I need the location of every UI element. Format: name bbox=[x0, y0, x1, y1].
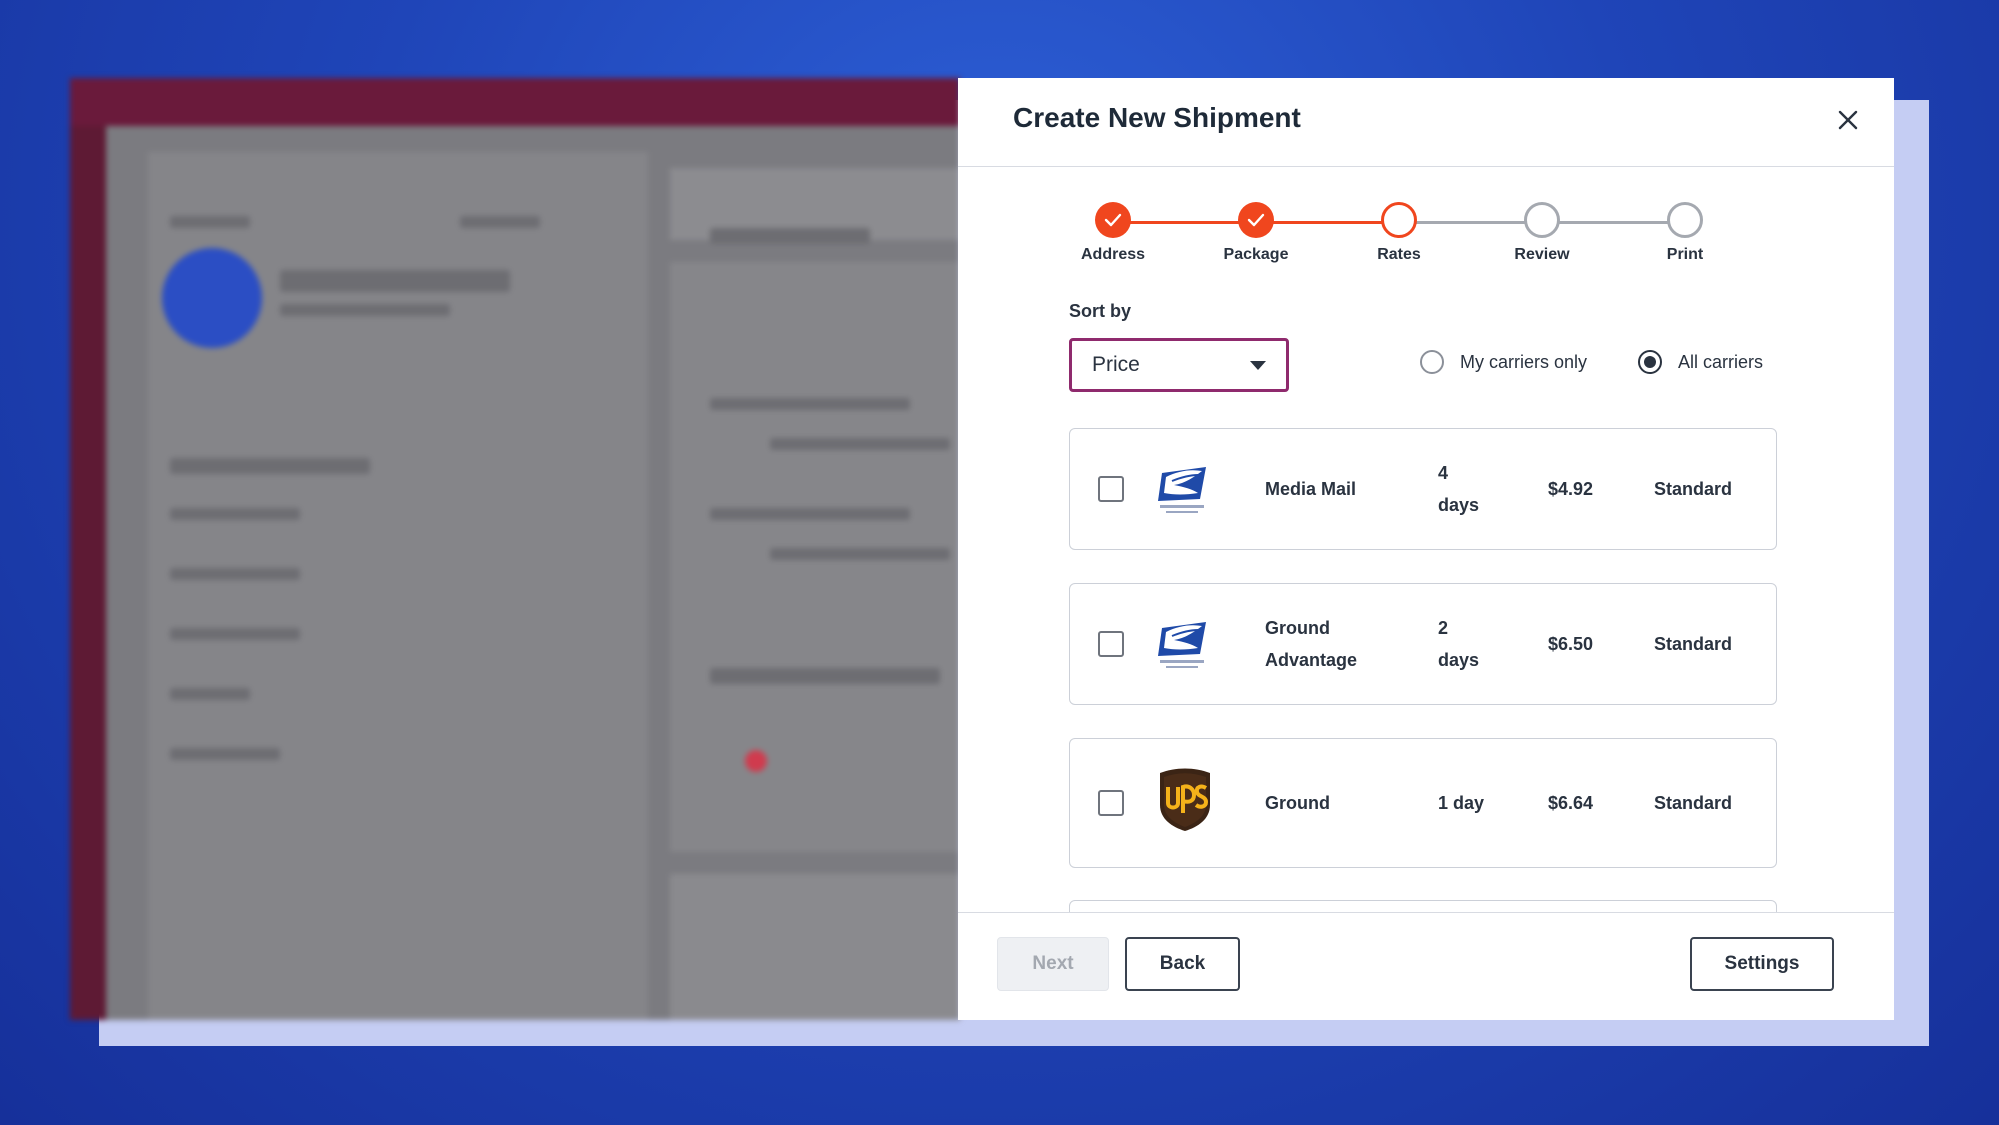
sort-by-value: Price bbox=[1092, 353, 1140, 376]
step-current-circle bbox=[1381, 202, 1417, 238]
rate-tier: Standard bbox=[1654, 479, 1733, 499]
radio-label: My carriers only bbox=[1460, 351, 1588, 372]
rate-transit-days: 1 day bbox=[1438, 787, 1484, 819]
rate-price: $4.92 bbox=[1548, 479, 1594, 499]
service-name-line-2: Advantage bbox=[1265, 650, 1358, 670]
step-print: Print bbox=[1630, 202, 1740, 264]
rate-option-media-mail[interactable]: Media Mail 4 days $4.92 Standard bbox=[1069, 428, 1777, 550]
bg-avatar bbox=[162, 248, 262, 348]
step-review: Review bbox=[1487, 202, 1597, 264]
create-shipment-modal: Create New Shipment Address Package Rates R… bbox=[958, 78, 1894, 1020]
bg-top-bar bbox=[70, 78, 960, 126]
step-address: Address bbox=[1058, 202, 1168, 264]
ups-shield-icon bbox=[1160, 768, 1210, 831]
screen-background: Create New Shipment Address Package Rates R… bbox=[0, 0, 1999, 1125]
rate-checkbox[interactable] bbox=[1098, 476, 1124, 502]
bg-red-dot bbox=[745, 750, 767, 772]
bg-sidebar bbox=[70, 126, 106, 1020]
radio-button[interactable] bbox=[1420, 350, 1444, 374]
radio-button-selected[interactable] bbox=[1638, 350, 1662, 374]
next-button[interactable]: Next bbox=[997, 937, 1109, 991]
close-icon bbox=[1838, 110, 1858, 130]
days-value: 1 day bbox=[1438, 793, 1485, 813]
rate-checkbox[interactable] bbox=[1098, 631, 1124, 657]
checkmark-icon bbox=[1104, 213, 1122, 227]
days-unit: days bbox=[1438, 495, 1480, 515]
sort-by-select[interactable]: Price bbox=[1069, 338, 1289, 392]
usps-eagle-icon bbox=[1158, 622, 1206, 668]
step-label: Print bbox=[1666, 246, 1704, 263]
days-value: 4 bbox=[1438, 463, 1449, 483]
service-name-line-1: Ground bbox=[1265, 618, 1330, 638]
settings-button[interactable]: Settings bbox=[1690, 937, 1834, 991]
bg-line bbox=[710, 508, 910, 520]
step-package: Package bbox=[1201, 202, 1311, 264]
bg-email-line bbox=[280, 304, 450, 316]
bg-line bbox=[170, 508, 300, 520]
modal-footer: Next Back Settings bbox=[958, 912, 1894, 1020]
bg-name-line bbox=[280, 270, 510, 292]
sort-by-label: Sort by bbox=[1069, 301, 1132, 321]
step-label: Address bbox=[1080, 246, 1146, 263]
step-rates: Rates bbox=[1344, 202, 1454, 264]
close-button[interactable] bbox=[1828, 100, 1868, 140]
rate-tier: Standard bbox=[1654, 793, 1733, 813]
bg-line bbox=[770, 438, 950, 450]
bg-line bbox=[170, 216, 250, 228]
step-pending-circle bbox=[1524, 202, 1560, 238]
bg-line bbox=[710, 228, 870, 244]
rate-tier: Standard bbox=[1654, 634, 1733, 654]
modal-title: Create New Shipment bbox=[1013, 102, 1301, 133]
radio-label: All carriers bbox=[1678, 351, 1764, 372]
checkmark-icon bbox=[1247, 213, 1265, 227]
caret-down-icon bbox=[1250, 360, 1266, 370]
service-name: Media Mail bbox=[1265, 479, 1357, 499]
bg-line bbox=[170, 688, 250, 700]
rate-option-ground-advantage[interactable]: Ground Advantage 2 days $6.50 Standard bbox=[1069, 583, 1777, 705]
rate-service: Ground Advantage bbox=[1265, 612, 1357, 676]
rate-price: $6.50 bbox=[1548, 634, 1594, 654]
step-label: Package bbox=[1223, 246, 1289, 263]
bg-line bbox=[770, 548, 950, 560]
rate-price: $6.64 bbox=[1548, 793, 1594, 813]
bg-engagement-panel bbox=[670, 874, 960, 1020]
bg-line bbox=[710, 668, 940, 684]
rate-transit-days: 2 days bbox=[1438, 612, 1479, 676]
step-complete-circle bbox=[1095, 202, 1131, 238]
rate-checkbox[interactable] bbox=[1098, 790, 1124, 816]
back-button[interactable]: Back bbox=[1125, 937, 1240, 991]
blurred-background-app bbox=[70, 78, 960, 1020]
step-label: Review bbox=[1514, 246, 1570, 263]
bg-line bbox=[170, 568, 300, 580]
my-carriers-only-radio[interactable]: My carriers only bbox=[1420, 342, 1587, 382]
rate-transit-days: 4 days bbox=[1438, 457, 1479, 521]
modal-header: Create New Shipment bbox=[958, 78, 1894, 167]
bg-line bbox=[460, 216, 540, 228]
usps-eagle-icon bbox=[1158, 467, 1206, 513]
rate-service: Ground bbox=[1265, 787, 1330, 819]
rate-option-ups-ground[interactable]: Ground 1 day $6.64 Standard bbox=[1069, 738, 1777, 868]
step-complete-circle bbox=[1238, 202, 1274, 238]
bg-line bbox=[170, 748, 280, 760]
step-pending-circle bbox=[1667, 202, 1703, 238]
days-value: 2 bbox=[1438, 618, 1449, 638]
days-unit: days bbox=[1438, 650, 1480, 670]
bg-line bbox=[710, 398, 910, 410]
bg-line bbox=[170, 458, 370, 474]
all-carriers-radio[interactable]: All carriers bbox=[1638, 342, 1763, 382]
progress-stepper: Address Package Rates Review Print bbox=[1058, 202, 1703, 282]
service-name: Ground bbox=[1265, 793, 1330, 813]
bg-line bbox=[170, 628, 300, 640]
rate-service: Media Mail bbox=[1265, 473, 1356, 505]
step-label: Rates bbox=[1377, 246, 1421, 263]
